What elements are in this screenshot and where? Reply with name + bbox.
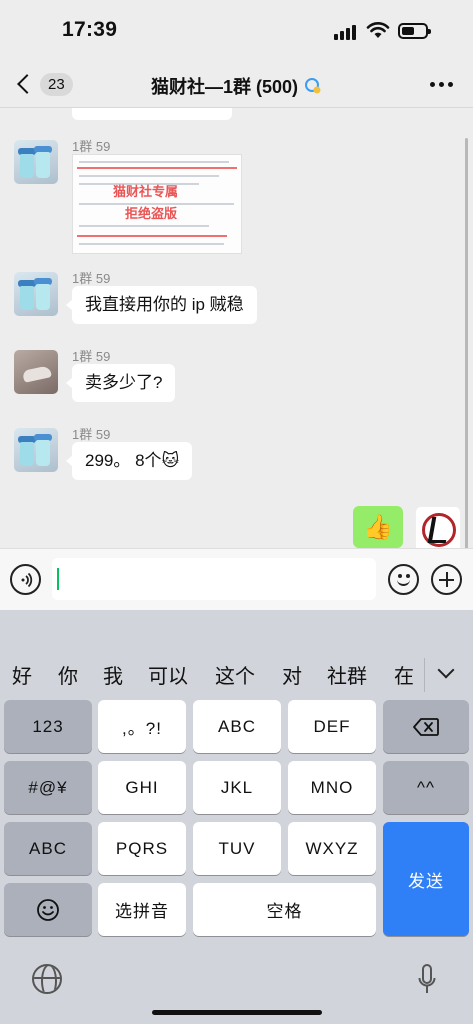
chat-title-container: 猫财社—1群 (500) <box>0 73 473 99</box>
candidate-word[interactable]: 你 <box>58 660 78 689</box>
avatar[interactable] <box>14 140 58 184</box>
my-avatar[interactable] <box>415 506 461 548</box>
battery-icon <box>398 23 431 39</box>
home-indicator[interactable] <box>152 1010 322 1015</box>
sender-name: 1群 59 <box>72 271 111 286</box>
key-symbols[interactable]: #@¥ <box>4 761 92 814</box>
chat-title[interactable]: 猫财社—1群 (500) <box>151 73 298 99</box>
key-def[interactable]: DEF <box>288 700 376 753</box>
candidate-word[interactable]: 好 <box>12 660 32 689</box>
message-bubble[interactable]: 卖多少了? <box>65 364 176 402</box>
candidate-word[interactable]: 对 <box>282 660 302 689</box>
candidate-word[interactable]: 这个 <box>215 660 255 689</box>
keyboard: 好 你 我 可以 这个 对 社群 在 123 ,。?! ABC DEF #@¥ … <box>0 610 473 1024</box>
key-jkl[interactable]: JKL <box>193 761 281 814</box>
key-select-pinyin[interactable]: 选拼音 <box>98 883 186 936</box>
candidate-word[interactable]: 可以 <box>148 660 188 689</box>
key-abc[interactable]: ABC <box>193 700 281 753</box>
candidate-word[interactable]: 社群 <box>327 660 367 689</box>
candidate-word[interactable]: 在 <box>394 660 414 689</box>
sender-name: 1群 59 <box>72 349 111 364</box>
avatar[interactable] <box>14 428 58 472</box>
message-input[interactable] <box>52 558 376 600</box>
emoji-key[interactable] <box>4 883 92 936</box>
key-pqrs[interactable]: PQRS <box>98 822 186 875</box>
emoji-icon <box>37 898 59 921</box>
avatar[interactable] <box>14 272 58 316</box>
key-123[interactable]: 123 <box>4 700 92 753</box>
sender-name: 1群 59 <box>72 427 111 442</box>
more-functions-button[interactable] <box>431 564 462 595</box>
divider <box>424 658 425 692</box>
my-message-item: 👍 <box>341 506 461 548</box>
key-tuv[interactable]: TUV <box>193 822 281 875</box>
send-button[interactable]: 发送 <box>383 822 469 936</box>
message-list[interactable]: 1群 59 猫财社专属 拒绝盗版 1群 59 我直接用你的 ip 贼稳 1群 5… <box>0 108 473 548</box>
more-options-button[interactable] <box>430 82 453 87</box>
cellular-signal-icon <box>334 24 358 40</box>
globe-icon[interactable] <box>32 964 62 994</box>
emoji-button[interactable] <box>388 564 419 595</box>
key-ghi[interactable]: GHI <box>98 761 186 814</box>
key-mno[interactable]: MNO <box>288 761 376 814</box>
text-caret <box>57 568 59 590</box>
status-bar: 17:39 <box>0 0 473 60</box>
sender-name: 1群 59 <box>72 139 111 154</box>
space-key[interactable]: 空格 <box>193 883 376 936</box>
watermark-text: 猫财社专属 <box>113 184 179 199</box>
key-abc-switch[interactable]: ABC <box>4 822 92 875</box>
delete-icon <box>413 717 439 736</box>
avatar[interactable] <box>14 350 58 394</box>
voice-icon <box>21 572 32 587</box>
chevron-down-icon[interactable] <box>437 661 455 679</box>
message-bubble[interactable]: 我直接用你的 ip 贼稳 <box>66 286 257 324</box>
image-message[interactable]: 猫财社专属 拒绝盗版 <box>72 154 242 254</box>
key-emoticon[interactable]: ^^ <box>383 761 469 814</box>
wifi-icon <box>366 22 390 38</box>
delete-key[interactable] <box>383 700 469 753</box>
microphone-icon[interactable] <box>418 964 436 996</box>
status-time: 17:39 <box>62 18 118 41</box>
message-bubble[interactable]: 299。 8个🐱 <box>65 442 193 480</box>
key-punctuation[interactable]: ,。?! <box>98 700 186 753</box>
my-message-bubble[interactable]: 👍 <box>353 506 403 548</box>
key-wxyz[interactable]: WXYZ <box>288 822 376 875</box>
watermark-text: 拒绝盗版 <box>125 206 178 221</box>
candidate-bar: 好 你 我 可以 这个 对 社群 在 <box>0 650 473 698</box>
previous-message-bubble[interactable] <box>72 108 232 120</box>
chat-header: 23 猫财社—1群 (500) <box>0 60 473 108</box>
voice-input-button[interactable] <box>10 564 41 595</box>
group-chat-icon <box>305 78 321 94</box>
candidate-word[interactable]: 我 <box>103 660 123 689</box>
input-bar <box>0 548 473 610</box>
scrollbar[interactable] <box>465 138 468 548</box>
